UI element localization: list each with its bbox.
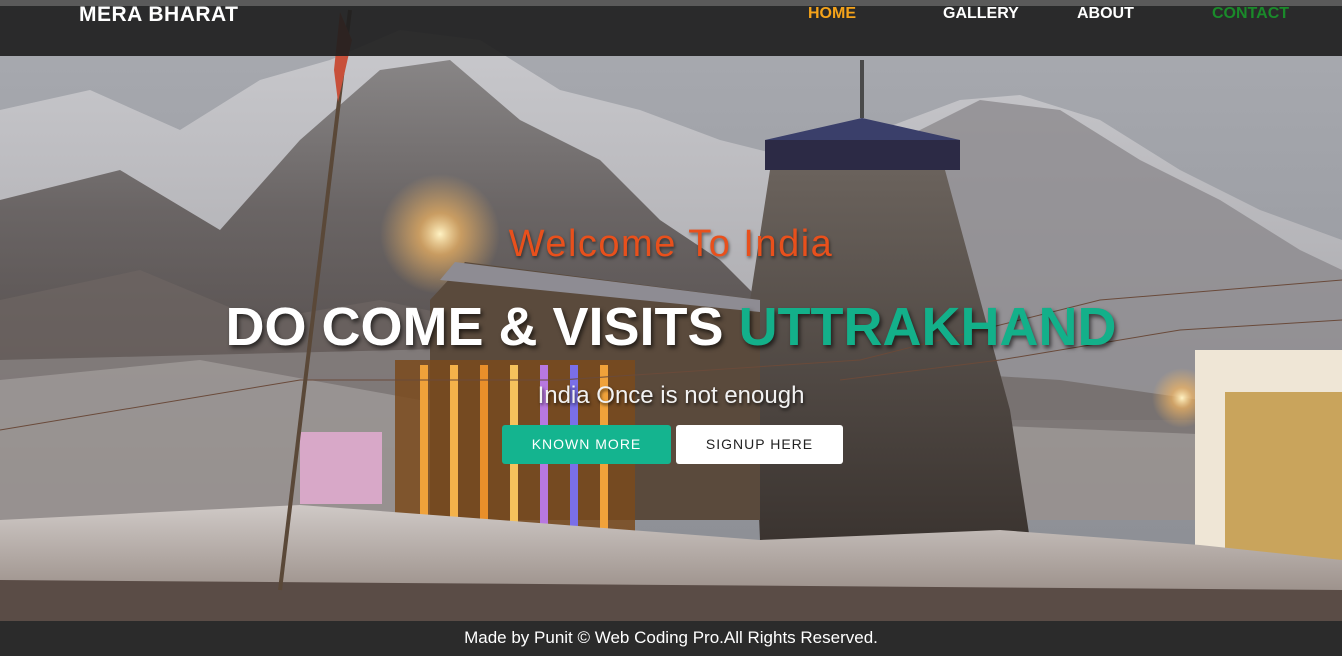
- nav-home-link[interactable]: HOME: [808, 5, 856, 23]
- known-more-button[interactable]: KNOWN MORE: [502, 425, 671, 464]
- page: MERA BHARAT HOME GALLERY ABOUT CONTACT W…: [0, 0, 1342, 656]
- nav-gallery-link[interactable]: GALLERY: [943, 5, 1019, 23]
- brand-logo-text[interactable]: MERA BHARAT: [79, 3, 238, 27]
- top-navbar: MERA BHARAT HOME GALLERY ABOUT CONTACT: [0, 0, 1342, 56]
- hero-tagline: India Once is not enough: [537, 382, 805, 409]
- hero-headline-main: DO COME & VISITS: [225, 297, 724, 357]
- hero-headline-accent: UTTRAKHAND: [738, 297, 1117, 357]
- hero-welcome-heading: Welcome To India: [508, 223, 834, 265]
- nav-about-link[interactable]: ABOUT: [1077, 5, 1134, 23]
- signup-here-button[interactable]: SIGNUP HERE: [676, 425, 843, 464]
- nav-contact-link[interactable]: CONTACT: [1212, 5, 1289, 23]
- footer-copyright: Made by Punit © Web Coding Pro.All Right…: [0, 621, 1342, 656]
- hero-headline: DO COME & VISITS UTTRAKHAND: [0, 296, 1342, 358]
